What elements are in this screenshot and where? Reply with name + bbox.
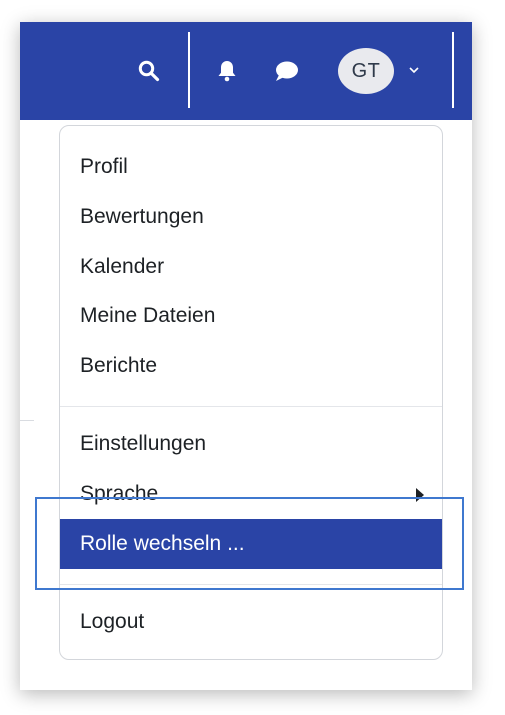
menu-item-label: Meine Dateien (80, 304, 216, 327)
bell-icon[interactable] (214, 58, 240, 84)
menu-item-meine-dateien[interactable]: Meine Dateien (60, 291, 442, 341)
caret-right-icon (416, 488, 424, 502)
user-menu-dropdown: Profil Bewertungen Kalender Meine Dateie… (59, 125, 443, 660)
avatar-initials: GT (351, 59, 381, 82)
menu-divider (60, 406, 442, 407)
menu-item-label: Sprache (80, 482, 159, 505)
navbar: GT (20, 22, 472, 120)
menu-item-sprache[interactable]: Sprache (60, 469, 442, 519)
menu-item-label: Einstellungen (80, 432, 207, 455)
menu-divider (60, 584, 442, 585)
search-icon[interactable] (134, 56, 164, 86)
chevron-down-icon[interactable] (406, 62, 422, 78)
menu-item-label: Bewertungen (80, 205, 204, 228)
menu-item-kalender[interactable]: Kalender (60, 242, 442, 292)
menu-item-label: Berichte (80, 354, 158, 377)
menu-item-logout[interactable]: Logout (60, 597, 442, 647)
menu-item-bewertungen[interactable]: Bewertungen (60, 192, 442, 242)
page-divider (20, 420, 34, 421)
menu-item-label: Profil (80, 155, 128, 178)
menu-item-einstellungen[interactable]: Einstellungen (60, 419, 442, 469)
menu-item-label: Rolle wechseln ... (80, 532, 245, 555)
menu-item-berichte[interactable]: Berichte (60, 341, 442, 391)
menu-item-rolle-wechseln[interactable]: Rolle wechseln ... (60, 519, 442, 569)
app-window: GT Profil Bewertungen Kalender Meine Dat… (20, 22, 472, 690)
navbar-divider (452, 32, 454, 108)
menu-item-label: Logout (80, 610, 145, 633)
navbar-divider (188, 32, 190, 108)
menu-item-label: Kalender (80, 255, 165, 278)
menu-item-profil[interactable]: Profil (60, 142, 442, 192)
chat-bubble-icon[interactable] (272, 58, 302, 84)
avatar[interactable]: GT (338, 48, 394, 94)
